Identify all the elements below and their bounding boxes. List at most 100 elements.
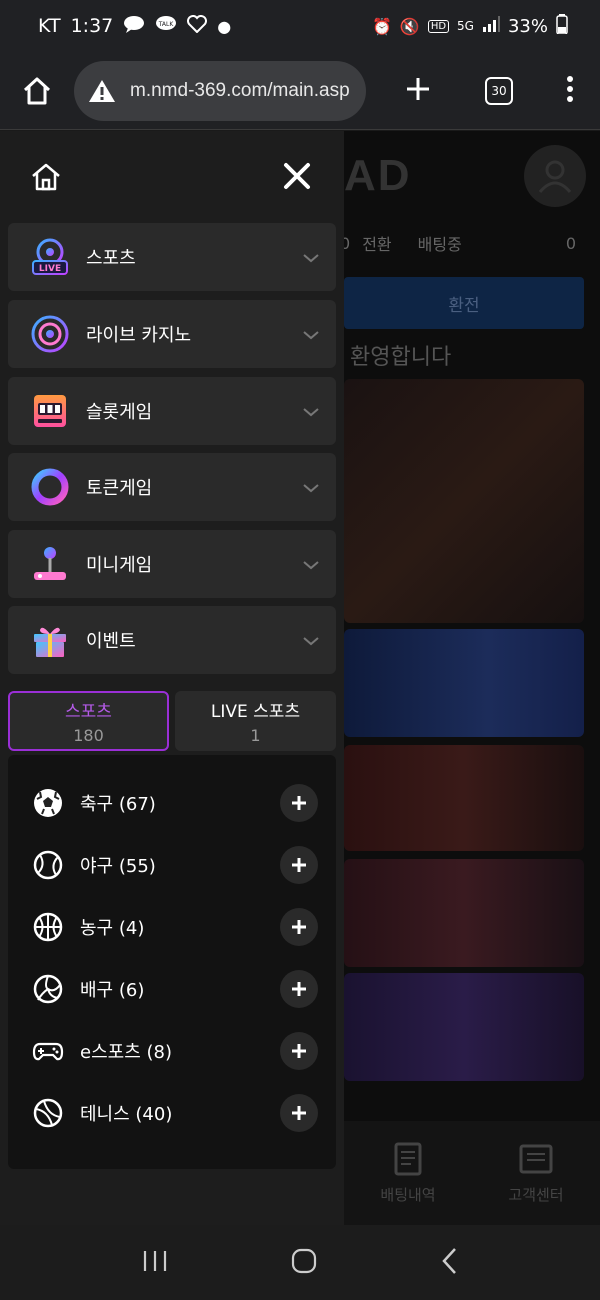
back-button[interactable] — [440, 1247, 458, 1279]
stat-label-convert: 전환 — [362, 235, 392, 254]
sport-row-basketball[interactable]: 농구 (4) — [8, 896, 336, 958]
browser-menu-button[interactable] — [566, 75, 574, 107]
banner-minigame[interactable] — [344, 973, 584, 1081]
hd-icon: HD — [427, 19, 450, 33]
nav-bet-history[interactable]: 배팅내역 — [380, 1142, 436, 1205]
balance-row: 0 전환 배팅중 0 — [344, 231, 600, 255]
address-bar[interactable]: m.nmd-369.com/main.asp — [74, 60, 366, 121]
expand-button[interactable] — [280, 1094, 318, 1132]
drawer-home-button[interactable] — [30, 161, 62, 197]
mute-icon: 🔇 — [399, 16, 420, 36]
tab-switcher-button[interactable]: 30 — [484, 76, 513, 105]
drawer-close-button[interactable] — [282, 161, 312, 195]
sport-label: 축구 (67) — [80, 794, 156, 815]
tab-count: 1 — [250, 726, 261, 745]
plus-icon — [292, 858, 306, 872]
menu-item-token-games[interactable]: 토큰게임 — [8, 453, 336, 521]
menu-item-live-casino[interactable]: 라이브 카지노 — [8, 300, 336, 368]
user-icon — [538, 160, 572, 193]
talk-icon: TALK — [155, 15, 177, 37]
expand-button[interactable] — [280, 1032, 318, 1070]
signal-icon — [482, 16, 500, 36]
sport-label: 테니스 (40) — [80, 1104, 173, 1125]
token-ring-icon — [30, 467, 70, 507]
tab-live-sports[interactable]: LIVE 스포츠 1 — [175, 691, 336, 751]
menu-item-events[interactable]: 이벤트 — [8, 606, 336, 674]
back-chevron-icon — [442, 1247, 457, 1274]
recents-icon — [143, 1250, 166, 1271]
sport-row-baseball[interactable]: 야구 (55) — [8, 834, 336, 896]
battery-icon — [556, 14, 568, 38]
plus-icon — [407, 77, 430, 100]
expand-button[interactable] — [280, 846, 318, 884]
menu-label: 슬롯게임 — [86, 402, 153, 423]
banner-slots[interactable] — [344, 859, 584, 967]
recent-apps-button[interactable] — [142, 1249, 168, 1277]
svg-text:LIVE: LIVE — [39, 264, 61, 274]
menu-label: 미니게임 — [86, 555, 153, 576]
browser-toolbar: m.nmd-369.com/main.asp 30 — [0, 52, 600, 130]
sport-label: 야구 (55) — [80, 856, 156, 877]
carrier-label: KT — [38, 15, 61, 37]
tab-label: LIVE 스포츠 — [210, 702, 301, 722]
alarm-icon: ⏰ — [371, 16, 392, 36]
gamepad-icon — [32, 1035, 64, 1067]
chevron-down-icon — [302, 555, 320, 574]
casino-chip-icon — [30, 314, 70, 354]
banner-casino[interactable] — [344, 745, 584, 851]
sport-row-soccer[interactable]: 축구 (67) — [8, 772, 336, 834]
plus-icon — [292, 796, 306, 810]
status-bar: KT 1:37 TALK ● ⏰ 🔇 HD 5G 33% — [0, 0, 600, 52]
url-text: m.nmd-369.com/main.asp — [130, 79, 350, 101]
nav-support[interactable]: 고객센터 — [508, 1142, 564, 1205]
tab-count: 180 — [73, 726, 104, 745]
menu-item-sports[interactable]: LIVE 스포츠 — [8, 223, 336, 291]
welcome-text: 환영합니다 — [350, 345, 452, 370]
background-page: AD 0 전환 배팅중 0 환전 환영합니다 배팅내역 고객센터 — [344, 131, 600, 1225]
chevron-down-icon — [302, 631, 320, 650]
support-icon — [519, 1144, 553, 1173]
sport-row-tennis[interactable]: 테니스 (40) — [8, 1082, 336, 1144]
slot-machine-icon — [30, 391, 70, 431]
soccer-ball-icon — [32, 787, 64, 819]
expand-button[interactable] — [280, 970, 318, 1008]
sport-row-volleyball[interactable]: 배구 (6) — [8, 958, 336, 1020]
sport-label: 농구 (4) — [80, 918, 145, 939]
plus-icon — [292, 1106, 306, 1120]
expand-button[interactable] — [280, 784, 318, 822]
joystick-icon — [30, 544, 70, 584]
gift-icon — [30, 620, 70, 660]
sport-row-esports[interactable]: e스포츠 (8) — [8, 1020, 336, 1082]
menu-label: 라이브 카지노 — [86, 325, 192, 346]
warning-icon — [86, 78, 118, 104]
sport-list: 축구 (67) 야구 (55) 농구 (4) 배구 (6) e스포츠 (8) 테… — [8, 755, 336, 1169]
menu-item-slot-games[interactable]: 슬롯게임 — [8, 377, 336, 445]
dot-icon: ● — [217, 16, 232, 36]
menu-item-mini-games[interactable]: 미니게임 — [8, 530, 336, 598]
banner-games[interactable] — [344, 379, 584, 623]
plus-icon — [292, 920, 306, 934]
menu-label: 이벤트 — [86, 631, 136, 652]
sport-label: 배구 (6) — [80, 980, 145, 1001]
home-circle-icon — [291, 1248, 317, 1273]
plus-icon — [292, 1044, 306, 1058]
stat-label-betting: 배팅중 — [417, 235, 462, 254]
expand-button[interactable] — [280, 908, 318, 946]
side-drawer: LIVE 스포츠 라이브 카지노 슬롯게임 토큰게임 미니게임 이벤트 스포츠 … — [0, 131, 344, 1225]
baseball-icon — [32, 849, 64, 881]
user-avatar[interactable] — [524, 145, 586, 207]
home-icon — [23, 77, 51, 104]
new-tab-button[interactable] — [404, 75, 432, 107]
stat-value: 0 — [344, 233, 351, 253]
nav-support-label: 고객센터 — [508, 1185, 564, 1204]
browser-home-button[interactable] — [0, 76, 74, 106]
close-icon — [284, 163, 310, 189]
clock: 1:37 — [70, 15, 114, 37]
home-button[interactable] — [291, 1248, 317, 1278]
banner-sports[interactable] — [344, 629, 584, 737]
chevron-down-icon — [302, 402, 320, 421]
stat-value-betting: 0 — [565, 233, 576, 253]
convert-button[interactable]: 환전 — [344, 277, 584, 329]
tab-sports[interactable]: 스포츠 180 — [8, 691, 169, 751]
drawer-header — [0, 131, 344, 221]
